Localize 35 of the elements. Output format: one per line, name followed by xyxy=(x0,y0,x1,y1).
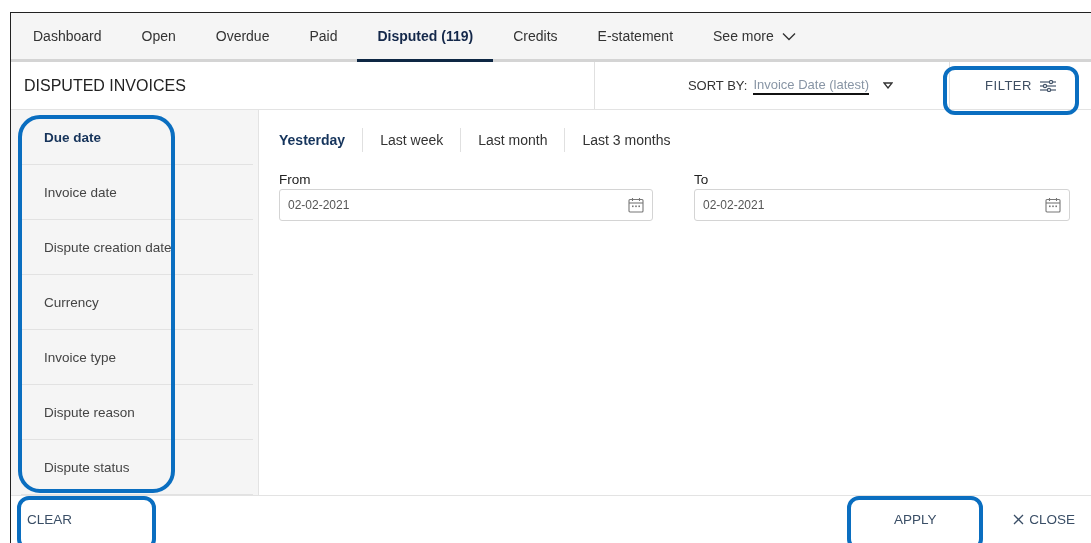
nav-tab[interactable]: Paid xyxy=(289,13,358,62)
sort-label: SORT BY: xyxy=(687,78,748,93)
clear-button[interactable]: CLEAR xyxy=(11,496,88,543)
nav-tab[interactable]: See more xyxy=(693,13,816,62)
date-field[interactable]: 02-02-2021 xyxy=(694,189,1070,221)
close-button[interactable]: CLOSE xyxy=(997,496,1091,543)
field-label: From xyxy=(279,172,312,187)
date-field[interactable]: 02-02-2021 xyxy=(279,189,653,221)
caret-icon xyxy=(883,82,893,89)
date-range-tab[interactable]: Yesterday xyxy=(279,128,363,152)
sliders-icon xyxy=(1039,79,1056,92)
filter-category[interactable]: Dispute reason xyxy=(21,385,253,440)
date-range-tab[interactable]: Last month xyxy=(460,128,565,152)
nav-tab[interactable]: E-statement xyxy=(577,13,694,62)
date-range-tab[interactable]: Last 3 months xyxy=(564,128,688,152)
nav-tab[interactable]: Overdue xyxy=(195,13,290,62)
date-range-tab[interactable]: Last week xyxy=(362,128,461,152)
chevron-down-icon xyxy=(781,31,796,41)
close-icon xyxy=(1013,514,1025,525)
calendar-icon xyxy=(1045,197,1061,213)
nav-tab[interactable]: Credits xyxy=(493,13,578,62)
filter-category[interactable]: Dispute status xyxy=(21,440,253,495)
apply-button[interactable]: APPLY xyxy=(847,496,984,543)
filter-category[interactable]: Invoice type xyxy=(21,330,253,385)
field-label: To xyxy=(694,172,710,187)
nav-tab[interactable]: Open xyxy=(121,13,196,62)
filter-button[interactable]: FILTER xyxy=(949,62,1091,109)
filter-category[interactable]: Due date xyxy=(21,110,253,165)
filter-category[interactable]: Currency xyxy=(21,275,253,330)
calendar-icon xyxy=(628,197,644,213)
filter-category[interactable]: Invoice date xyxy=(21,165,253,220)
nav-tab[interactable]: Disputed (119) xyxy=(357,13,494,62)
page-title: DISPUTED INVOICES xyxy=(23,76,187,95)
nav-tab[interactable]: Dashboard xyxy=(13,13,122,62)
filter-category[interactable]: Dispute creation date xyxy=(21,220,253,275)
